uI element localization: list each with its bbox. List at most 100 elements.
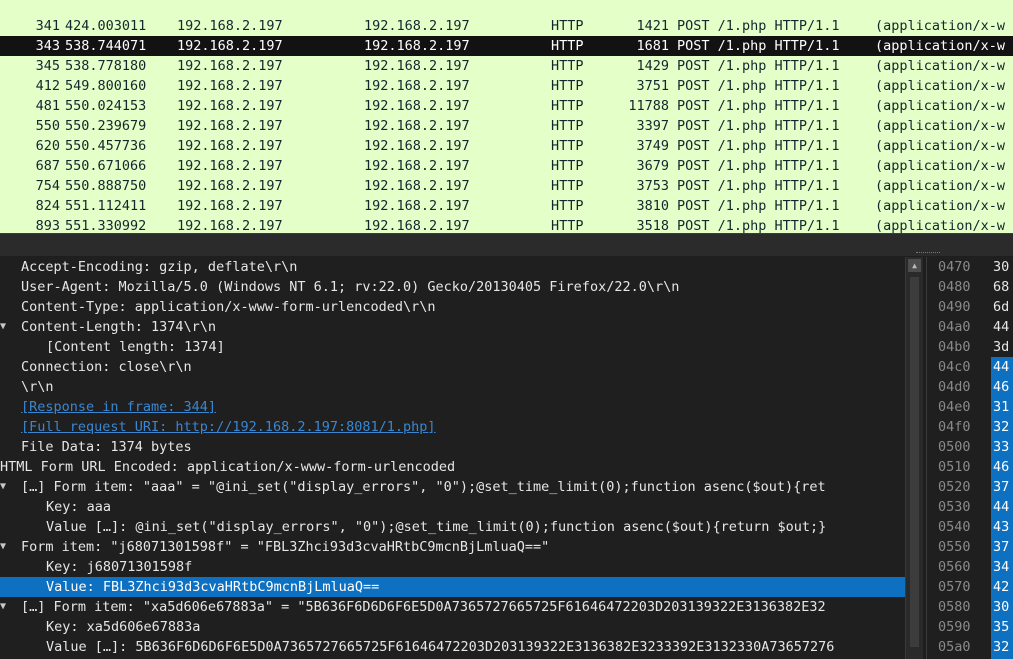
expand-arrow-icon[interactable]: ▼ [0,477,12,497]
hex-byte[interactable]: 34 [991,557,1013,577]
hex-byte[interactable]: 37 [991,537,1013,557]
detail-text: Connection: close\r\n [21,359,192,375]
hex-offset: 0560 [938,559,971,575]
scrollbar-thumb[interactable] [910,277,919,647]
hex-row[interactable]: 0580 30 [927,597,1013,617]
hex-byte[interactable]: 32 [991,417,1013,437]
packet-row[interactable]: 412 549.800160 192.168.2.197 192.168.2.197 H… [0,76,1013,96]
hex-row[interactable]: 04f0 32 [927,417,1013,437]
detail-link[interactable]: [Full request URI: http://192.168.2.197:… [21,417,436,437]
packet-bytes-pane[interactable]: 0470 30 0480 68 0490 6d 04a0 44 04b0 3d 04c0 44 04d0… [926,257,1013,659]
hex-row[interactable]: 0530 44 [927,497,1013,517]
hex-row[interactable]: 04b0 3d [927,337,1013,357]
packet-row[interactable]: 893 551.330992 192.168.2.197 192.168.2.197 H… [0,216,1013,233]
packet-row[interactable]: 620 550.457736 192.168.2.197 192.168.2.197 H… [0,136,1013,156]
hex-row[interactable]: 04a0 44 [927,317,1013,337]
detail-tree-item[interactable]: Content-Type: application/x-www-form-url… [0,297,905,317]
expand-arrow-icon[interactable]: ▼ [0,537,12,557]
hex-row[interactable]: 0520 37 [927,477,1013,497]
detail-tree-item[interactable]: Key: xa5d606e67883a [0,617,905,637]
hex-byte[interactable]: 46 [991,377,1013,397]
hex-row[interactable]: 0570 42 [927,577,1013,597]
hex-byte[interactable]: 6d [991,297,1013,317]
packet-row[interactable]: 341 424.003011 192.168.2.197 192.168.2.197 H… [0,16,1013,36]
detail-tree-item[interactable]: Connection: close\r\n [0,357,905,377]
packet-length: 1681 [636,38,669,54]
hex-row[interactable]: 04d0 46 [927,377,1013,397]
hex-byte[interactable]: 30 [991,257,1013,277]
hex-byte[interactable]: 33 [991,437,1013,457]
expand-arrow-icon[interactable]: ▼ [0,317,12,337]
detail-tree-item[interactable]: [Full request URI: http://192.168.2.197:… [0,417,905,437]
packet-row[interactable]: 345 538.778180 192.168.2.197 192.168.2.197 H… [0,56,1013,76]
hex-byte[interactable]: 32 [991,637,1013,657]
hex-byte[interactable]: 68 [991,277,1013,297]
hex-offset: 04b0 [938,339,971,355]
hex-row[interactable]: 0510 46 [927,457,1013,477]
packet-row[interactable]: 343 538.744071 192.168.2.197 192.168.2.197 H… [0,36,1013,56]
hex-byte[interactable]: 46 [991,457,1013,477]
packet-source: 192.168.2.197 [177,98,283,114]
hex-byte[interactable]: 35 [991,617,1013,637]
packet-row[interactable]: 824 551.112411 192.168.2.197 192.168.2.197 H… [0,196,1013,216]
packet-row[interactable]: 550 550.239679 192.168.2.197 192.168.2.197 H… [0,116,1013,136]
hex-row[interactable]: 0480 68 [927,277,1013,297]
detail-tree-item[interactable]: \r\n [0,377,905,397]
hex-byte[interactable]: 37 [991,477,1013,497]
hex-row[interactable]: 0560 34 [927,557,1013,577]
splitter-grip[interactable] [916,252,940,256]
detail-tree-item[interactable]: ▼ Content-Length: 1374\r\n [0,317,905,337]
hex-row[interactable]: 0470 30 [927,257,1013,277]
packet-length: 3679 [636,158,669,174]
detail-tree-item[interactable]: ▼ Form item: "j68071301598f" = "FBL3Zhci9… [0,537,905,557]
detail-link[interactable]: [Response in frame: 344] [21,397,216,417]
scroll-up-icon[interactable]: ▲ [908,259,921,272]
hex-row[interactable]: 04c0 44 [927,357,1013,377]
hex-row[interactable]: 0500 33 [927,437,1013,457]
expand-arrow-icon[interactable]: ▼ [0,597,12,617]
detail-tree-item[interactable]: [Content length: 1374] [0,337,905,357]
packet-row[interactable]: 481 550.024153 192.168.2.197 192.168.2.197 H… [0,96,1013,116]
packet-number: 343 [35,38,60,54]
detail-tree-item[interactable]: Key: j68071301598f [0,557,905,577]
detail-tree-item[interactable]: ▼ […] Form item: "xa5d606e67883a" = "5B63… [0,597,905,617]
hex-row[interactable]: 05a0 32 [927,637,1013,657]
hex-row[interactable]: 0490 6d [927,297,1013,317]
packet-list[interactable]: 341 424.003011 192.168.2.197 192.168.2.197 H… [0,0,1013,233]
packet-details-tree[interactable]: Accept-Encoding: gzip, deflate\r\n User-A… [0,257,905,659]
detail-tree-item[interactable]: ▼ […] Form item: "aaa" = "@ini_set("displ… [0,477,905,497]
hex-row[interactable]: 0540 43 [927,517,1013,537]
details-scrollbar[interactable]: ▲ [905,257,923,659]
hex-row[interactable]: 0550 37 [927,537,1013,557]
detail-text: Content-Length: 1374\r\n [21,319,217,335]
hex-byte[interactable]: 44 [991,497,1013,517]
packet-source: 192.168.2.197 [177,158,283,174]
hex-byte[interactable]: 42 [991,577,1013,597]
packet-time: 538.778180 [65,58,147,74]
pane-splitter[interactable] [0,233,1013,256]
hex-byte[interactable]: 43 [991,517,1013,537]
detail-tree-item[interactable]: Value […]: @ini_set("display_errors", "0… [0,517,905,537]
hex-byte[interactable]: 44 [991,357,1013,377]
packet-row[interactable]: 754 550.888750 192.168.2.197 192.168.2.197 H… [0,176,1013,196]
hex-byte[interactable]: 44 [991,317,1013,337]
packet-number: 824 [35,198,60,214]
detail-tree-item[interactable]: User-Agent: Mozilla/5.0 (Windows NT 6.1;… [0,277,905,297]
packet-info: POST /1.php HTTP/1.1 [677,18,840,34]
hex-row[interactable]: 0590 35 [927,617,1013,637]
detail-tree-item[interactable]: Key: aaa [0,497,905,517]
detail-tree-item[interactable]: [Response in frame: 344] [0,397,905,417]
detail-tree-item[interactable]: Accept-Encoding: gzip, deflate\r\n [0,257,905,277]
hex-byte[interactable]: 30 [991,597,1013,617]
detail-tree-item[interactable]: Value: FBL3Zhci93d3cvaHRtbC9mcnBjLmluaQ=… [0,577,905,597]
detail-tree-item[interactable]: Value […]: 5B636F6D6D6F6E5D0A73657276657… [0,637,905,657]
packet-destination: 192.168.2.197 [364,118,470,134]
hex-row[interactable]: 04e0 31 [927,397,1013,417]
hex-offset: 04f0 [938,419,971,435]
detail-tree-item[interactable]: HTML Form URL Encoded: application/x-www… [0,457,905,477]
detail-tree-item[interactable]: File Data: 1374 bytes [0,437,905,457]
packet-protocol: HTTP [551,118,584,134]
packet-row[interactable]: 687 550.671066 192.168.2.197 192.168.2.197 H… [0,156,1013,176]
hex-byte[interactable]: 31 [991,397,1013,417]
hex-byte[interactable]: 3d [991,337,1013,357]
